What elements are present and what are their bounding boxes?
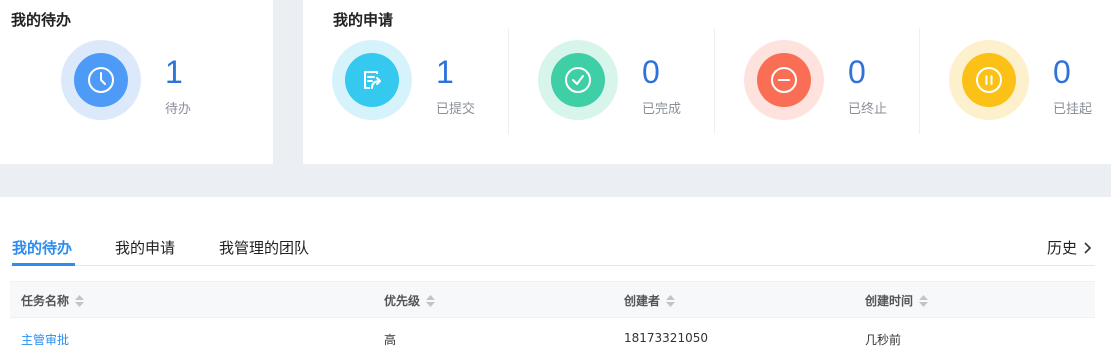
chevron-right-icon bbox=[1084, 241, 1092, 254]
task-tabs: 我的待办 我的申请 我管理的团队 历史 bbox=[0, 197, 1111, 267]
task-created-time: 几秒前 bbox=[865, 333, 902, 347]
table-header: 任务名称 优先级 创建者 创建时间 bbox=[10, 281, 1095, 318]
terminated-label: 已终止 bbox=[848, 102, 888, 117]
clock-icon bbox=[74, 53, 128, 107]
tab-my-team[interactable]: 我管理的团队 bbox=[219, 237, 309, 258]
check-icon bbox=[551, 53, 605, 107]
history-label: 历史 bbox=[1046, 239, 1077, 257]
task-table: 任务名称 优先级 创建者 创建时间 主管审批 高 18173321050 几秒前 bbox=[10, 281, 1095, 356]
table-row[interactable]: 主管审批 高 18173321050 几秒前 bbox=[10, 318, 1095, 356]
submitted-label: 已提交 bbox=[436, 102, 476, 117]
tab-my-applications[interactable]: 我的申请 bbox=[115, 237, 175, 258]
completed-count: 0 bbox=[642, 54, 660, 90]
column-header-task-name[interactable]: 任务名称 bbox=[21, 292, 85, 309]
history-link[interactable]: 历史 bbox=[1047, 237, 1093, 258]
column-header-priority[interactable]: 优先级 bbox=[384, 292, 436, 309]
terminated-count: 0 bbox=[848, 54, 866, 90]
apply-panel-title: 我的申请 bbox=[333, 11, 394, 29]
column-header-creator[interactable]: 创建者 bbox=[624, 292, 676, 309]
todo-count: 1 bbox=[165, 54, 183, 90]
todo-summary-panel: 我的待办 1 待办 bbox=[0, 0, 273, 164]
todo-label: 待办 bbox=[165, 102, 192, 117]
stat-divider bbox=[714, 28, 715, 134]
pause-icon bbox=[962, 53, 1016, 107]
sort-icon bbox=[426, 294, 436, 307]
todo-panel-title: 我的待办 bbox=[11, 11, 72, 29]
task-list-section: 我的待办 我的申请 我管理的团队 历史 任务名称 优先级 创建者 创建时间 主管… bbox=[0, 197, 1111, 356]
task-priority: 高 bbox=[384, 333, 397, 347]
apply-summary-panel: 我的申请 1 已提交 0 已完成 0 已终止 0 已挂起 bbox=[303, 0, 1111, 164]
column-header-label: 创建时间 bbox=[865, 294, 914, 308]
task-creator: 18173321050 bbox=[624, 331, 708, 345]
column-header-label: 创建者 bbox=[624, 294, 661, 308]
tab-my-todo[interactable]: 我的待办 bbox=[12, 237, 72, 258]
active-tab-indicator bbox=[12, 263, 75, 266]
suspended-count: 0 bbox=[1053, 54, 1071, 90]
column-header-created-time[interactable]: 创建时间 bbox=[865, 292, 929, 309]
stat-divider bbox=[508, 28, 509, 134]
submit-icon bbox=[345, 53, 399, 107]
submitted-count: 1 bbox=[436, 54, 454, 90]
completed-label: 已完成 bbox=[642, 102, 682, 117]
column-header-label: 任务名称 bbox=[21, 294, 70, 308]
stat-divider bbox=[919, 28, 920, 134]
task-name-link[interactable]: 主管审批 bbox=[21, 331, 69, 348]
minus-icon bbox=[757, 53, 811, 107]
sort-icon bbox=[75, 294, 85, 307]
suspended-label: 已挂起 bbox=[1053, 102, 1093, 117]
sort-icon bbox=[919, 294, 929, 307]
column-header-label: 优先级 bbox=[384, 294, 421, 308]
sort-icon bbox=[666, 294, 676, 307]
tab-divider bbox=[10, 265, 1095, 266]
